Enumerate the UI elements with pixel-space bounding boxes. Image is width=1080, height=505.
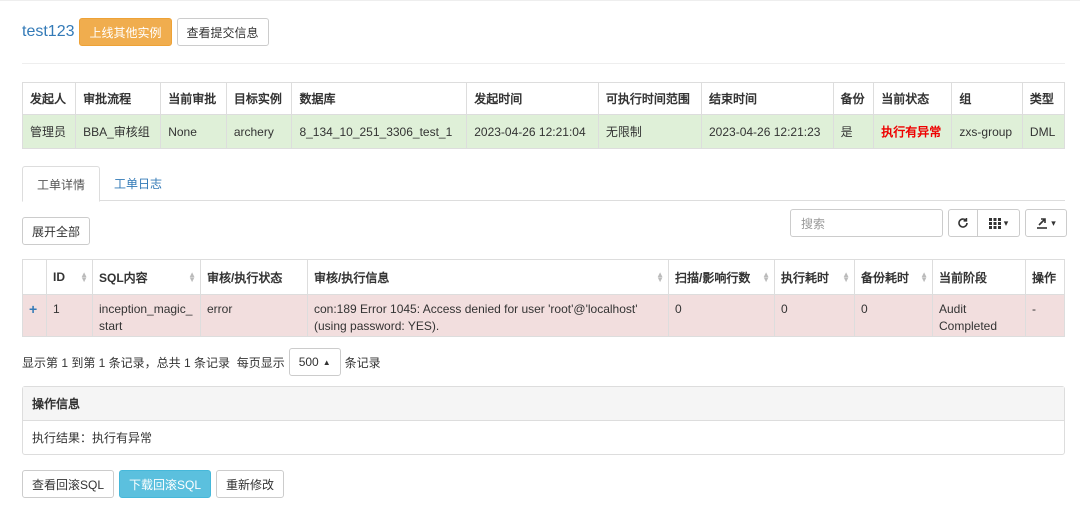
- pagination-summary: 显示第 1 到第 1 条记录，总共 1 条记录 每页显示: [22, 355, 285, 370]
- col-group: 组: [951, 82, 1023, 115]
- col-type: 类型: [1021, 82, 1066, 115]
- col-approval-flow: 审批流程: [75, 82, 162, 115]
- backup-time-cell: 0: [854, 294, 933, 337]
- expand-all-button[interactable]: 展开全部: [22, 217, 91, 245]
- panel-body: 执行结果：执行有异常: [32, 431, 153, 445]
- page-size-select[interactable]: 500 ▲: [288, 348, 341, 376]
- view-submit-info-button[interactable]: 查看提交信息: [176, 18, 269, 46]
- refresh-button[interactable]: [948, 209, 978, 237]
- sort-icon: ▲ ▼: [842, 270, 850, 284]
- tab-workflow-log[interactable]: 工单日志: [100, 166, 176, 201]
- sort-icon: ▲ ▼: [656, 270, 664, 284]
- panel-title: 操作信息: [23, 387, 1064, 421]
- toolbar-button-group: ▾: [948, 209, 1020, 237]
- workflow-info-table: 发起人 审批流程 当前审批 目标实例 数据库 发起时间 可执行时间范围 结束时间…: [21, 82, 1066, 149]
- plus-icon: +: [29, 301, 38, 317]
- pagination-suffix: 条记录: [344, 355, 381, 370]
- col-operation: 操作: [1025, 259, 1065, 295]
- row-expand-button[interactable]: +: [22, 294, 47, 337]
- download-rollback-sql-button[interactable]: 下载回滚SQL: [119, 470, 212, 498]
- database-cell: 8_134_10_251_3306_test_1: [291, 114, 468, 149]
- pagination-info: 显示第 1 到第 1 条记录，总共 1 条记录 每页显示 500 ▲ 条记录: [22, 348, 381, 376]
- col-initiator: 发起人: [21, 82, 77, 115]
- sort-icon: ▲ ▼: [80, 270, 88, 284]
- sort-icon: ▲ ▼: [920, 270, 928, 284]
- col-exec-range: 可执行时间范围: [597, 82, 703, 115]
- col-stage: 当前阶段: [932, 259, 1026, 295]
- detail-tabs: 工单详情 工单日志: [22, 166, 1065, 202]
- columns-toggle-button[interactable]: ▾: [978, 209, 1020, 237]
- col-target-instance: 目标实例: [225, 82, 293, 115]
- col-backup: 备份: [832, 82, 875, 115]
- sql-header-row: ID ▲ ▼ SQL内容 ▲ ▼ 审核/执行状态 审核/执行信息 ▲ ▼ 扫描/影响行数 ▲ ▼…: [22, 259, 1065, 295]
- backup-cell: 是: [832, 114, 875, 149]
- top-border: [0, 0, 1080, 1]
- target-instance-cell: archery: [225, 114, 293, 149]
- sql-result-table: ID ▲ ▼ SQL内容 ▲ ▼ 审核/执行状态 审核/执行信息 ▲ ▼ 扫描/影响行数 ▲ ▼…: [22, 259, 1065, 337]
- col-sql-content[interactable]: SQL内容 ▲ ▼: [92, 259, 201, 295]
- group-cell: zxs-group: [951, 114, 1023, 149]
- workflow-header: test123 上线其他实例 查看提交信息: [22, 18, 274, 46]
- search-input[interactable]: 搜索: [790, 209, 943, 237]
- info-header-row: 发起人 审批流程 当前审批 目标实例 数据库 发起时间 可执行时间范围 结束时间…: [21, 82, 1066, 115]
- sort-icon: ▲ ▼: [762, 270, 770, 284]
- col-affected-rows[interactable]: 扫描/影响行数 ▲ ▼: [668, 259, 775, 295]
- status-cell: error: [200, 294, 308, 337]
- exec-range-cell: 无限制: [597, 114, 703, 149]
- col-current-status: 当前状态: [873, 82, 953, 115]
- col-exec-time[interactable]: 执行耗时 ▲ ▼: [774, 259, 855, 295]
- table-toolbar: 搜索 ▾ ▾: [790, 209, 1067, 237]
- col-id[interactable]: ID ▲ ▼: [46, 259, 93, 295]
- page-size-value: 500: [298, 355, 319, 369]
- affected-cell: 0: [668, 294, 775, 337]
- status-cell: 执行有异常: [873, 114, 953, 149]
- message-cell: con:189 Error 1045: Access denied for us…: [307, 294, 669, 337]
- operation-cell: -: [1025, 294, 1065, 337]
- initiator-cell: 管理员: [21, 114, 77, 149]
- chevron-down-icon: ▾: [1003, 217, 1009, 228]
- col-database: 数据库: [291, 82, 468, 115]
- refresh-icon: [958, 218, 968, 228]
- bottom-actions: 查看回滚SQL 下载回滚SQL 重新修改: [22, 470, 289, 498]
- id-cell: 1: [46, 294, 93, 337]
- col-end-time: 结束时间: [701, 82, 834, 115]
- view-rollback-sql-button[interactable]: 查看回滚SQL: [22, 470, 115, 498]
- export-button[interactable]: ▾: [1025, 209, 1067, 237]
- col-check-message[interactable]: 审核/执行信息 ▲ ▼: [307, 259, 669, 295]
- workflow-title: test123: [22, 23, 75, 40]
- type-cell: DML: [1021, 114, 1066, 149]
- table-row: + 1 inception_magic_start error con:189 …: [22, 294, 1065, 337]
- info-data-row: 管理员 BBA_审核组 None archery 8_134_10_251_33…: [21, 114, 1066, 149]
- col-expander: [22, 259, 47, 295]
- header-divider: [22, 63, 1065, 64]
- re-edit-button[interactable]: 重新修改: [216, 470, 285, 498]
- sort-icon: ▲ ▼: [188, 270, 196, 284]
- exec-time-cell: 0: [774, 294, 855, 337]
- approval-flow-cell: BBA_审核组: [75, 114, 162, 149]
- columns-icon: [988, 217, 1001, 229]
- online-other-instance-button[interactable]: 上线其他实例: [79, 18, 172, 46]
- col-current-approval: 当前审批: [160, 82, 227, 115]
- start-time-cell: 2023-04-26 12:21:04: [466, 114, 599, 149]
- current-approval-cell: None: [160, 114, 227, 149]
- caret-up-icon: ▲: [322, 357, 331, 367]
- end-time-cell: 2023-04-26 12:21:23: [701, 114, 834, 149]
- chevron-down-icon: ▾: [1051, 217, 1056, 228]
- tab-workflow-detail[interactable]: 工单详情: [22, 166, 101, 202]
- export-icon: [1037, 218, 1048, 229]
- stage-cell: Audit Completed: [932, 294, 1026, 337]
- col-start-time: 发起时间: [466, 82, 599, 115]
- col-backup-time[interactable]: 备份耗时 ▲ ▼: [854, 259, 933, 295]
- col-check-status: 审核/执行状态: [200, 259, 308, 295]
- sql-cell: inception_magic_start: [92, 294, 201, 337]
- operation-info-panel: 操作信息 执行结果：执行有异常: [22, 386, 1065, 455]
